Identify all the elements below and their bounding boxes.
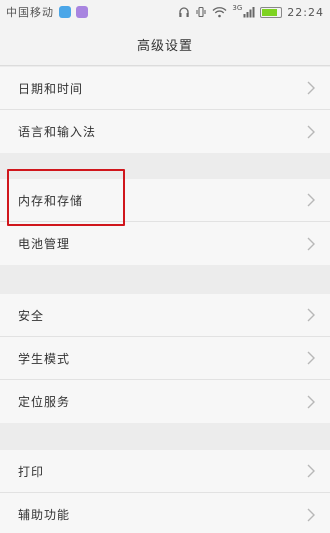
- clock: 22:24: [287, 5, 324, 19]
- carrier-name: 中国移动: [6, 6, 54, 19]
- settings-group-4: 打印 辅助功能: [0, 450, 330, 533]
- chevron-right-icon: [307, 81, 315, 95]
- headphones-icon: [179, 7, 190, 17]
- wifi-icon: [212, 7, 227, 18]
- app-notification-icon-2: [76, 6, 88, 18]
- status-bar: 中国移动 3G 22:24: [0, 0, 330, 24]
- app-notification-icon: [59, 6, 71, 18]
- setting-item-battery[interactable]: 电池管理: [0, 222, 330, 265]
- settings-group-3: 安全 学生模式 定位服务: [0, 294, 330, 423]
- setting-item-print[interactable]: 打印: [0, 450, 330, 493]
- setting-item-accessibility[interactable]: 辅助功能: [0, 493, 330, 533]
- setting-item-label: 辅助功能: [18, 508, 71, 522]
- network-type: 3G: [232, 4, 243, 12]
- setting-item-date-time[interactable]: 日期和时间: [0, 67, 330, 110]
- battery-icon: [260, 6, 283, 18]
- setting-item-label: 语言和输入法: [18, 125, 97, 139]
- setting-item-location-service[interactable]: 定位服务: [0, 380, 330, 423]
- chevron-right-icon: [307, 395, 315, 408]
- status-icons: 3G 22:24: [178, 4, 324, 19]
- chevron-right-icon: [307, 193, 315, 207]
- setting-item-language-input[interactable]: 语言和输入法: [0, 110, 330, 153]
- setting-item-label: 日期和时间: [18, 81, 84, 96]
- signal-icon: [243, 7, 255, 18]
- chevron-right-icon: [307, 351, 315, 365]
- chevron-right-icon: [307, 308, 315, 322]
- chevron-right-icon: [307, 237, 315, 250]
- chevron-right-icon: [307, 125, 315, 138]
- setting-item-label: 学生模式: [18, 351, 71, 366]
- setting-item-label: 电池管理: [18, 237, 71, 251]
- page-header: 高级设置: [0, 24, 330, 66]
- setting-item-label: 打印: [18, 464, 45, 479]
- vibrate-icon: [196, 6, 206, 18]
- chevron-right-icon: [307, 464, 315, 478]
- settings-group-1: 日期和时间 语言和输入法: [0, 67, 330, 153]
- setting-item-student-mode[interactable]: 学生模式: [0, 337, 330, 380]
- highlight-box: [7, 169, 125, 226]
- setting-item-security[interactable]: 安全: [0, 294, 330, 337]
- setting-item-label: 定位服务: [18, 395, 71, 409]
- setting-item-label: 安全: [18, 308, 45, 323]
- chevron-right-icon: [307, 508, 315, 521]
- page-title: 高级设置: [136, 39, 193, 54]
